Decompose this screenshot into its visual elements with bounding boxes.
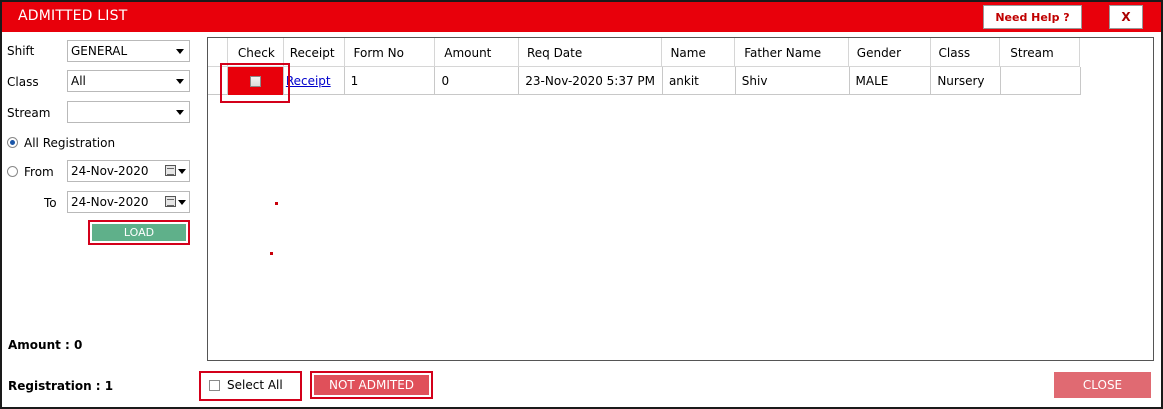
class-cell: Nursery (931, 67, 1002, 95)
chevron-down-icon (178, 169, 186, 174)
column-header[interactable]: Name (662, 38, 736, 67)
calendar-icon (165, 196, 176, 207)
from-radio[interactable] (7, 166, 18, 177)
row-header-corner (208, 38, 228, 67)
row-checkbox[interactable] (249, 75, 261, 87)
column-header[interactable]: Stream (1000, 38, 1080, 67)
not-admitted-button[interactable]: NOT ADMITED (314, 375, 429, 395)
receipt-link[interactable]: Receipt (286, 74, 331, 88)
marker-dot (275, 202, 278, 205)
stream-select[interactable] (67, 101, 190, 123)
chevron-down-icon (176, 49, 184, 54)
chevron-down-icon (176, 79, 184, 84)
chevron-down-icon (176, 110, 184, 115)
table-row[interactable]: Receipt 1 0 23-Nov-2020 5:37 PM ankit Sh… (208, 67, 1081, 95)
load-button-highlight: LOAD (88, 220, 190, 245)
to-date-picker[interactable]: 24-Nov-2020 (67, 191, 190, 213)
gender-cell: MALE (850, 67, 932, 95)
column-header[interactable]: Form No (345, 38, 436, 67)
column-header[interactable]: Req Date (519, 38, 663, 67)
class-value: All (71, 74, 86, 88)
column-header[interactable]: Father Name (735, 38, 849, 67)
select-all-checkbox[interactable] (209, 380, 220, 391)
stream-cell (1001, 67, 1081, 95)
marker-dot (270, 252, 273, 255)
from-label: From (24, 165, 54, 179)
admitted-list-window: ADMITTED LIST Need Help ? X Shift GENERA… (0, 0, 1163, 409)
calendar-icon (165, 165, 176, 176)
class-label: Class (7, 75, 39, 89)
shift-label: Shift (7, 44, 35, 58)
row-header[interactable] (208, 67, 228, 95)
admitted-grid: Check Receipt Form No Amount Req Date Na… (207, 37, 1154, 361)
window-close-button[interactable]: X (1109, 5, 1143, 29)
name-cell: ankit (663, 67, 736, 95)
amount-summary: Amount : 0 (8, 338, 83, 352)
column-header[interactable]: Receipt (284, 38, 345, 67)
class-select[interactable]: All (67, 70, 190, 92)
all-registration-label: All Registration (24, 136, 116, 150)
close-button[interactable]: CLOSE (1054, 372, 1151, 398)
receipt-cell: Receipt (284, 67, 345, 95)
column-header[interactable]: Amount (435, 38, 519, 67)
column-header[interactable]: Class (931, 38, 1001, 67)
shift-value: GENERAL (71, 44, 128, 58)
shift-select[interactable]: GENERAL (67, 40, 190, 62)
chevron-down-icon (178, 200, 186, 205)
select-all-highlight: Select All (199, 371, 302, 401)
grid-header: Check Receipt Form No Amount Req Date Na… (208, 38, 1080, 67)
req-date-cell: 23-Nov-2020 5:37 PM (519, 67, 663, 95)
to-label: To (44, 196, 57, 210)
all-registration-radio[interactable] (7, 137, 18, 148)
from-date-value: 24-Nov-2020 (71, 164, 149, 178)
need-help-button[interactable]: Need Help ? (983, 5, 1082, 29)
title-bar: ADMITTED LIST Need Help ? X (2, 2, 1161, 32)
to-date-value: 24-Nov-2020 (71, 195, 149, 209)
not-admitted-highlight: NOT ADMITED (310, 371, 433, 399)
load-button[interactable]: LOAD (92, 224, 186, 241)
stream-label: Stream (7, 106, 51, 120)
column-header[interactable]: Gender (849, 38, 931, 67)
amount-cell: 0 (435, 67, 520, 95)
father-name-cell: Shiv (736, 67, 850, 95)
form-no-cell: 1 (345, 67, 436, 95)
from-date-picker[interactable]: 24-Nov-2020 (67, 160, 190, 182)
check-cell[interactable] (227, 67, 284, 95)
window-title: ADMITTED LIST (18, 8, 128, 24)
registration-summary: Registration : 1 (8, 379, 114, 393)
select-all-label[interactable]: Select All (227, 378, 283, 392)
column-header[interactable]: Check (228, 38, 284, 67)
